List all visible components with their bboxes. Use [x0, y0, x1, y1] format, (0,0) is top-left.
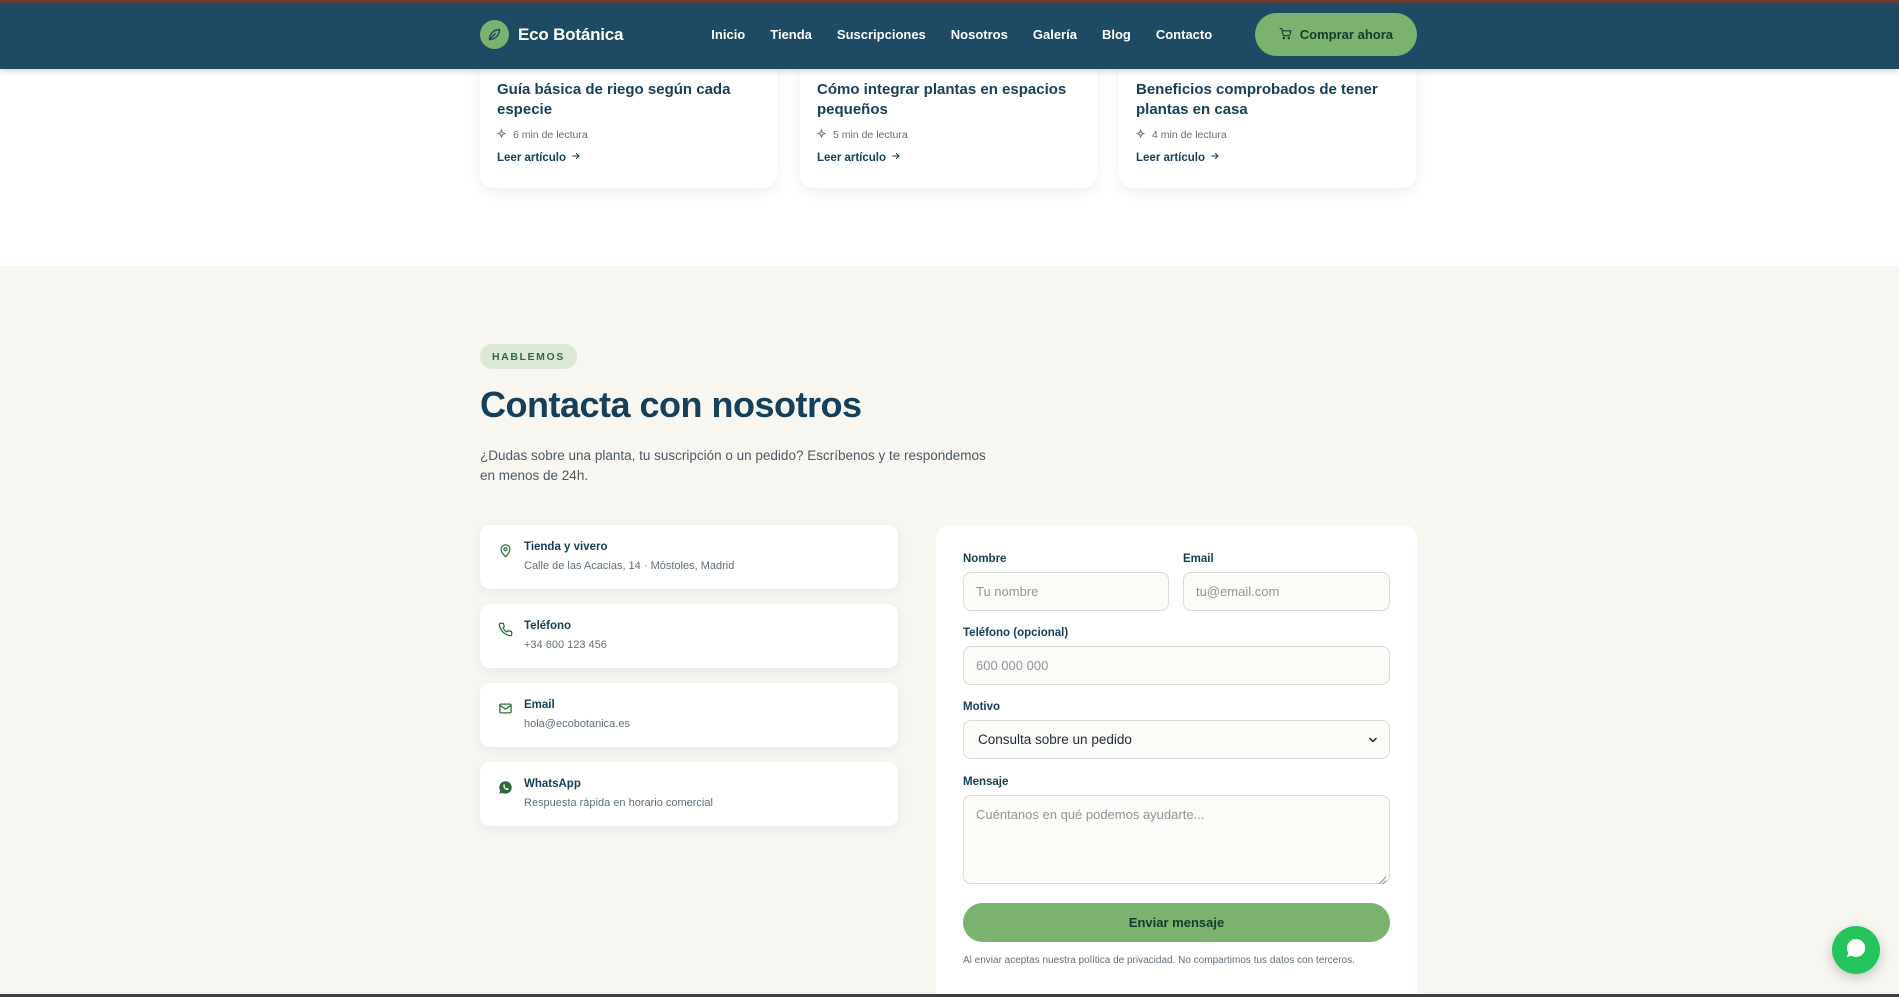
- reason-select[interactable]: Consulta sobre un pedido: [963, 720, 1390, 759]
- reading-time: 4 min de lectura: [1152, 129, 1227, 141]
- main-nav: Inicio Tienda Suscripciones Nosotros Gal…: [711, 27, 1212, 42]
- info-card-email[interactable]: Email hola@ecobotanica.es: [480, 683, 898, 747]
- sparkle-icon: [497, 129, 506, 141]
- send-message-button[interactable]: Enviar mensaje: [963, 903, 1390, 942]
- top-border: [0, 0, 1899, 3]
- read-article-link[interactable]: Leer artículo: [817, 151, 1080, 164]
- nav-nosotros[interactable]: Nosotros: [951, 27, 1008, 42]
- map-pin-icon: [497, 542, 513, 558]
- info-card-whatsapp[interactable]: WhatsApp Respuesta rápida en horario com…: [480, 762, 898, 826]
- nav-blog[interactable]: Blog: [1102, 27, 1131, 42]
- email-input[interactable]: [1183, 572, 1390, 611]
- blog-section: Guía básica de riego según cada especie …: [0, 60, 1899, 266]
- phone-label: Teléfono (opcional): [963, 627, 1069, 639]
- read-article-label: Leer artículo: [817, 151, 887, 164]
- name-input[interactable]: [963, 572, 1169, 611]
- read-article-link[interactable]: Leer artículo: [1136, 151, 1399, 164]
- phone-icon: [497, 621, 513, 637]
- blog-card-meta: 6 min de lectura: [497, 129, 760, 141]
- arrow-right-icon: [571, 151, 581, 164]
- reading-time: 6 min de lectura: [513, 129, 588, 141]
- arrow-right-icon: [1210, 151, 1220, 164]
- site-header: Eco Botánica Inicio Tienda Suscripciones…: [0, 0, 1899, 69]
- email-label: Email: [1183, 553, 1214, 565]
- contact-section: HABLEMOS Contacta con nosotros ¿Dudas so…: [0, 266, 1899, 997]
- nav-contacto[interactable]: Contacto: [1156, 27, 1212, 42]
- nav-galeria[interactable]: Galería: [1033, 27, 1077, 42]
- blog-card[interactable]: Cómo integrar plantas en espacios pequeñ…: [800, 60, 1097, 188]
- info-card-phone[interactable]: Teléfono +34 600 123 456: [480, 604, 898, 668]
- name-label: Nombre: [963, 553, 1007, 565]
- section-subtitle: ¿Dudas sobre una planta, tu suscripción …: [480, 448, 986, 483]
- nav-inicio[interactable]: Inicio: [711, 27, 745, 42]
- read-article-label: Leer artículo: [1136, 151, 1206, 164]
- contact-form: Nombre Email Teléfono (opcional) Motivo …: [936, 525, 1417, 997]
- message-textarea[interactable]: [963, 795, 1390, 884]
- section-badge: HABLEMOS: [480, 344, 577, 369]
- mail-icon: [497, 700, 513, 716]
- privacy-note: Al enviar aceptas nuestra política de pr…: [963, 955, 1355, 966]
- leaf-icon: [480, 20, 509, 49]
- read-article-label: Leer artículo: [497, 151, 567, 164]
- reading-time: 5 min de lectura: [833, 129, 908, 141]
- sparkle-icon: [1136, 129, 1145, 141]
- blog-card-meta: 5 min de lectura: [817, 129, 1080, 141]
- blog-card-meta: 4 min de lectura: [1136, 129, 1399, 141]
- info-card-text: hola@ecobotanica.es: [524, 718, 630, 730]
- info-card-text: Calle de las Acacias, 14 · Móstoles, Mad…: [524, 560, 735, 572]
- header-inner: Eco Botánica Inicio Tienda Suscripciones…: [480, 0, 1417, 69]
- reason-label: Motivo: [963, 701, 1001, 713]
- message-label: Mensaje: [963, 776, 1009, 788]
- info-card-title: Teléfono: [524, 620, 572, 632]
- phone-input[interactable]: [963, 646, 1390, 685]
- whatsapp-icon: [497, 779, 513, 795]
- blog-card[interactable]: Guía básica de riego según cada especie …: [480, 60, 777, 188]
- info-card-title: Email: [524, 699, 555, 711]
- nav-tienda[interactable]: Tienda: [770, 27, 812, 42]
- blog-card-title: Guía básica de riego según cada especie: [497, 81, 731, 118]
- buy-now-button[interactable]: Comprar ahora: [1254, 13, 1417, 56]
- cart-icon: [1279, 27, 1292, 43]
- blog-card[interactable]: Beneficios comprobados de tener plantas …: [1119, 60, 1416, 188]
- nav-suscripciones[interactable]: Suscripciones: [837, 27, 926, 42]
- brand-logo[interactable]: Eco Botánica: [480, 20, 623, 49]
- info-card-title: Tienda y vivero: [524, 541, 608, 553]
- info-card-text: +34 600 123 456: [524, 639, 607, 651]
- section-title: Contacta con nosotros: [480, 384, 862, 425]
- chevron-down-icon: [1367, 734, 1379, 749]
- info-card-title: WhatsApp: [524, 778, 581, 790]
- arrow-right-icon: [891, 151, 901, 164]
- read-article-link[interactable]: Leer artículo: [497, 151, 760, 164]
- blog-card-title: Beneficios comprobados de tener plantas …: [1136, 81, 1378, 118]
- blog-card-title: Cómo integrar plantas en espacios pequeñ…: [817, 81, 1067, 118]
- brand-name: Eco Botánica: [518, 24, 624, 44]
- buy-now-label: Comprar ahora: [1299, 27, 1393, 42]
- resize-handle-icon[interactable]: [1378, 872, 1387, 890]
- info-card-text: Respuesta rápida en horario comercial: [524, 797, 713, 809]
- sparkle-icon: [817, 129, 826, 141]
- chat-bubble-icon: [1844, 936, 1868, 965]
- chat-button[interactable]: [1832, 926, 1880, 974]
- reason-selected-value: Consulta sobre un pedido: [978, 732, 1132, 747]
- info-card-store: Tienda y vivero Calle de las Acacias, 14…: [480, 525, 898, 589]
